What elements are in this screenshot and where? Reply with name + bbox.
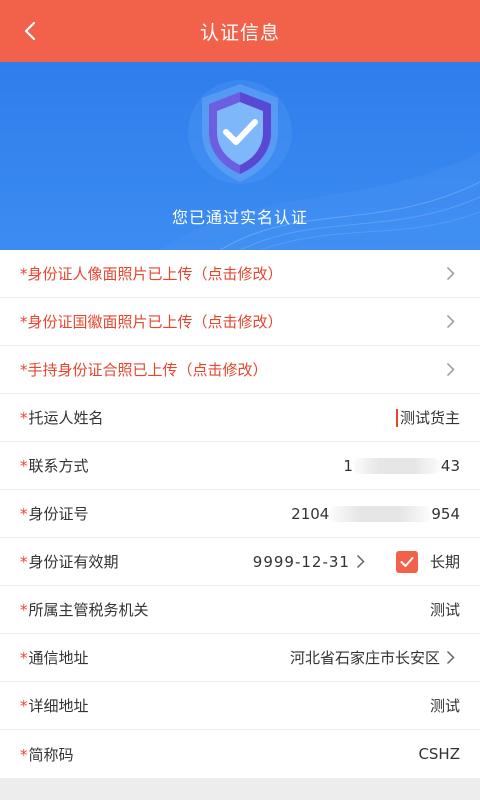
chevron-right-icon [356,554,370,570]
chevron-left-icon [24,21,36,41]
page-title: 认证信息 [199,21,280,44]
verified-status-text: 您已通过实名认证 [171,208,308,227]
short-code-row: *简称码 CSHZ [20,745,460,764]
tax-office-row: *所属主管税务机关 测试 [0,586,480,634]
shipper-name-row: *托运人姓名 测试货主 [0,394,480,442]
short-code-label: 简称码 [28,745,74,764]
verification-banner: 您已通过实名认证 [0,62,480,250]
contact-label: 联系方式 [28,457,89,475]
address-label: 通信地址 [28,649,89,667]
id-number-label: 身份证号 [28,505,89,523]
id-validity-label: 身份证有效期 [28,553,119,571]
upload-id-front-label: *身份证人像面照片已上传（点击修改） [20,265,283,283]
chevron-right-icon [446,314,460,330]
id-number-input[interactable]: 2104 954 [291,505,460,523]
upload-id-back-row[interactable]: *身份证国徽面照片已上传（点击修改） [0,298,480,346]
checkmark-icon [400,556,414,567]
back-button[interactable] [18,16,42,46]
short-code-input[interactable]: CSHZ [418,745,460,763]
text-cursor [395,408,398,427]
detail-address-label: 详细地址 [28,697,89,715]
upload-handheld-row[interactable]: *手持身份证合照已上传（点击修改） [0,346,480,394]
upload-handheld-label: *手持身份证合照已上传（点击修改） [20,361,268,379]
detail-address-input[interactable]: 测试 [430,695,460,716]
tax-office-input[interactable]: 测试 [430,599,460,620]
upload-id-back-label: *身份证国徽面照片已上传（点击修改） [20,313,283,331]
info-list: *身份证人像面照片已上传（点击修改） *身份证国徽面照片已上传（点击修改） *手… [0,250,480,778]
address-row[interactable]: *通信地址 河北省石家庄市长安区 [0,634,480,682]
id-validity-row: *身份证有效期 9999-12-31 长期 [0,538,480,586]
shipper-name-input[interactable]: 测试货主 [400,407,460,428]
chevron-right-icon [446,362,460,378]
contact-row: *联系方式 1 43 [0,442,480,490]
upload-id-front-row[interactable]: *身份证人像面照片已上传（点击修改） [0,250,480,298]
tax-office-label: 所属主管税务机关 [28,601,149,619]
redacted-blur [329,506,432,522]
long-term-label: 长期 [429,553,460,571]
chevron-right-icon [446,650,460,666]
long-term-checkbox[interactable] [395,550,418,573]
id-validity-date[interactable]: 9999-12-31 [253,553,350,571]
chevron-right-icon [446,266,460,282]
shipper-name-label: 托运人姓名 [28,409,104,427]
redacted-blur [352,458,441,474]
header-bar: 认证信息 [0,0,480,62]
footer-spacer [0,778,480,800]
address-value: 河北省石家庄市长安区 [289,649,440,667]
detail-address-row: *详细地址 测试 [0,682,480,730]
verified-shield-icon [180,72,300,192]
contact-input[interactable]: 1 43 [343,457,460,475]
id-number-row: *身份证号 2104 954 [0,490,480,538]
